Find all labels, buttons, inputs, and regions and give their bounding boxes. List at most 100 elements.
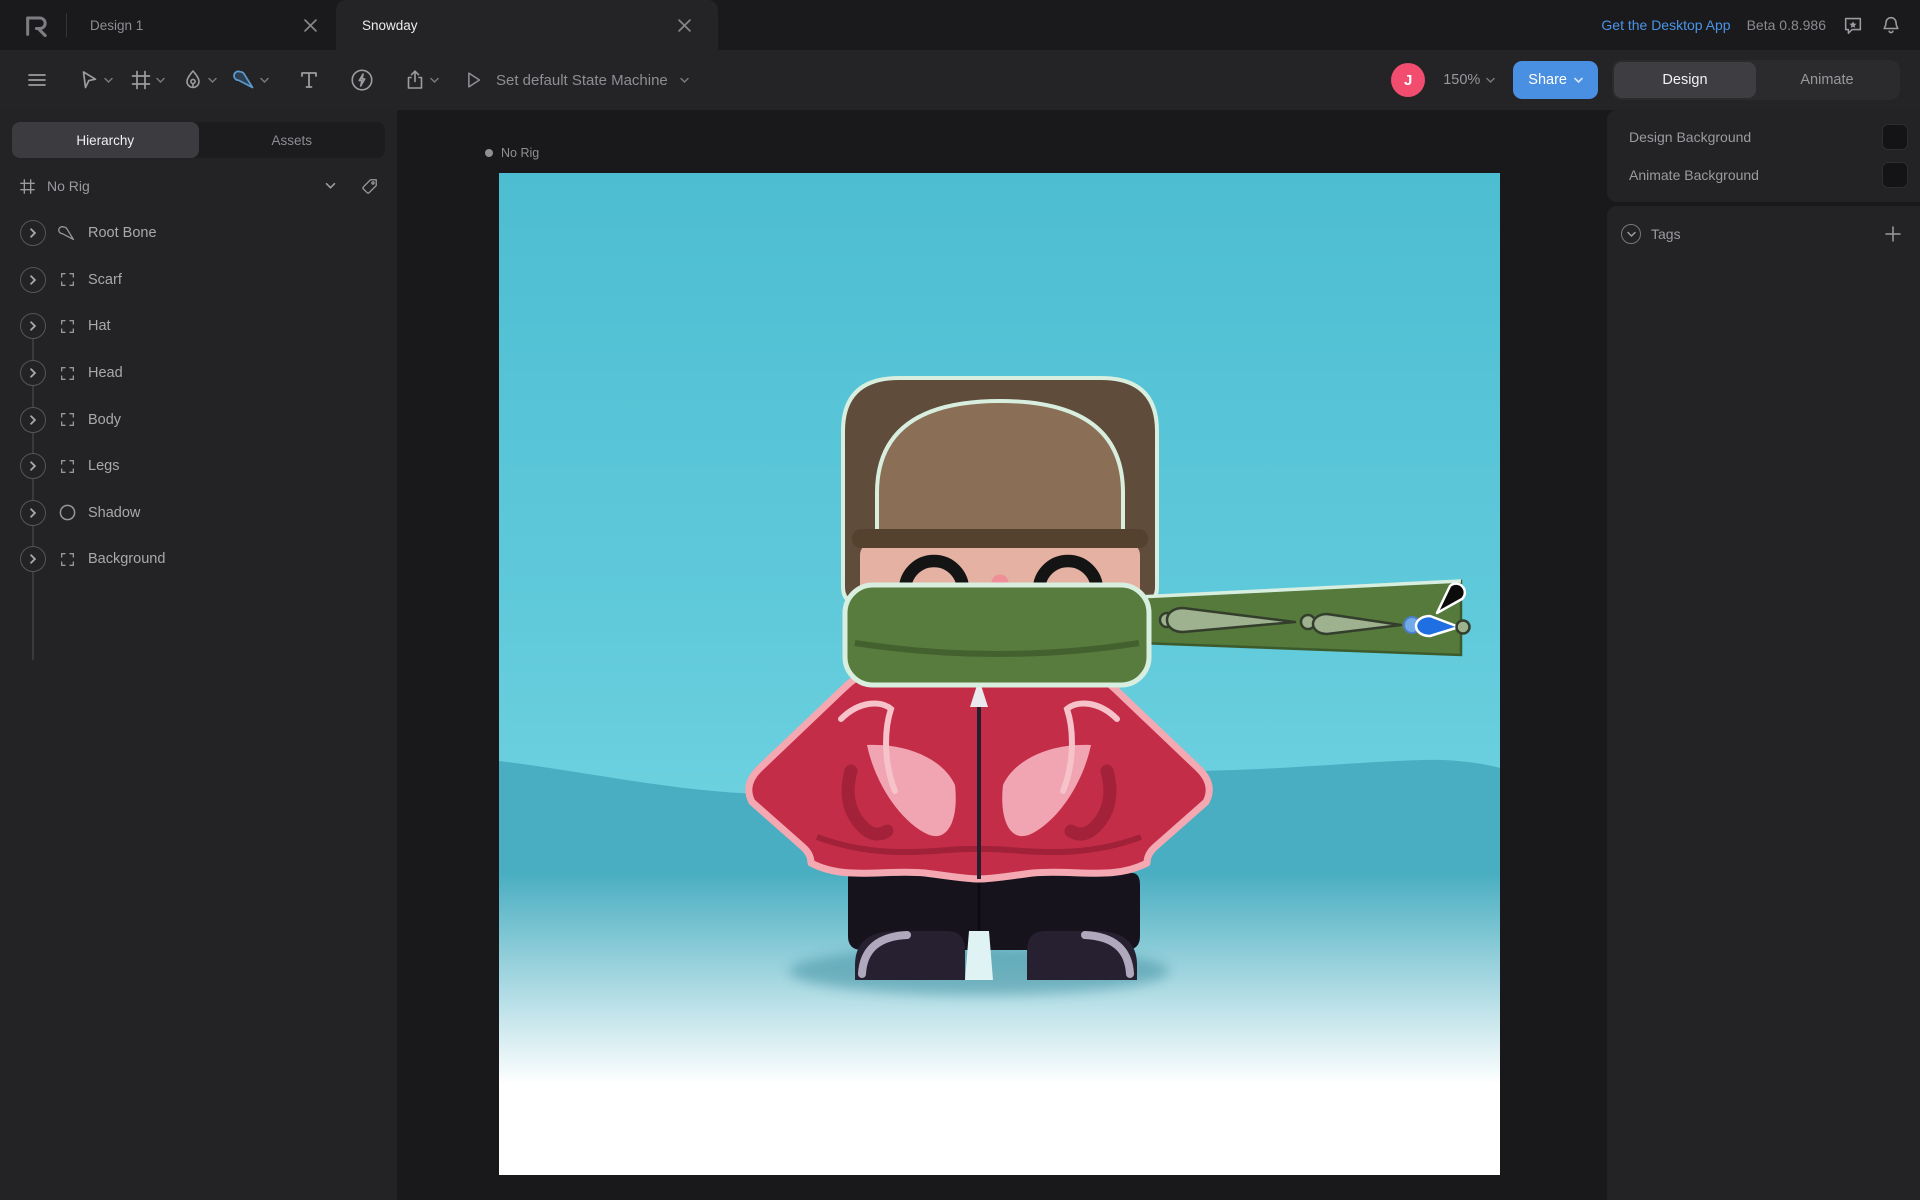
share-button[interactable]: Share [1513,61,1598,99]
legs-gap [965,931,993,980]
hat-brim [852,529,1148,548]
artboard-canvas-label[interactable]: No Rig [485,146,539,160]
tab-assets[interactable]: Assets [199,122,386,158]
tree-item-legs[interactable]: Legs [0,443,397,490]
select-tool-button[interactable] [70,60,120,100]
artboard-icon [18,177,37,196]
design-background-label: Design Background [1629,129,1882,145]
group-icon [57,549,77,569]
hierarchy-tree: Root Bone Scarf Hat Head Body Legs [0,210,397,583]
design-mode-tab[interactable]: Design [1614,62,1756,98]
zoom-level-dropdown[interactable]: 150% [1439,72,1499,88]
feedback-icon[interactable] [1842,14,1864,36]
close-icon[interactable] [674,15,694,35]
mode-switcher: Design Animate [1612,60,1900,100]
right-shoe [1027,931,1137,980]
tree-item-body[interactable]: Body [0,396,397,443]
tree-item-label: Head [88,365,123,381]
group-icon [57,316,77,336]
tag-icon[interactable] [360,177,379,196]
tree-item-head[interactable]: Head [0,350,397,397]
tags-label: Tags [1651,226,1872,242]
get-desktop-app-link[interactable]: Get the Desktop App [1601,17,1730,33]
left-panel: Hierarchy Assets No Rig Root Bone Scarf … [0,110,397,1200]
expand-icon[interactable] [20,546,46,572]
toolbar-right: J 150% Share Design Animate [1391,60,1920,100]
artboard-dot-icon [485,149,493,157]
artboard-list-item[interactable]: No Rig [0,168,397,204]
chevron-down-circle-icon[interactable] [1621,224,1641,244]
animate-background-label: Animate Background [1629,167,1882,183]
animate-background-swatch[interactable] [1882,162,1908,188]
snowday-illustration [499,173,1500,1175]
events-tool-button[interactable] [342,60,382,100]
state-machine-label: Set default State Machine [496,72,668,89]
tree-item-background[interactable]: Background [0,536,397,583]
text-tool-button[interactable] [290,60,328,100]
artboard-name: No Rig [47,178,315,194]
canvas-stage[interactable]: No Rig [397,110,1607,1200]
group-icon [57,363,77,383]
tree-item-scarf[interactable]: Scarf [0,257,397,304]
group-icon [57,410,77,430]
left-shoe [855,931,965,980]
expand-icon[interactable] [20,360,46,386]
artboard-tool-button[interactable] [122,60,172,100]
toolbar: Set default State Machine J 150% Share D… [0,50,1920,110]
expand-icon[interactable] [20,453,46,479]
expand-icon[interactable] [20,407,46,433]
bone-joint-end [1457,621,1470,634]
expand-icon[interactable] [20,313,46,339]
expand-icon[interactable] [20,220,46,246]
scarf [845,585,1149,685]
group-icon [57,456,77,476]
tool-group: Set default State Machine [0,60,689,100]
design-background-swatch[interactable] [1882,124,1908,150]
tree-item-label: Root Bone [88,225,157,241]
chevron-down-icon [1574,77,1583,84]
expand-icon[interactable] [20,267,46,293]
top-right-links: Get the Desktop App Beta 0.8.986 [1601,0,1902,50]
play-icon [462,69,484,91]
rive-logo-icon[interactable] [22,11,52,39]
tree-item-shadow[interactable]: Shadow [0,490,397,537]
tab-label: Design 1 [90,18,300,33]
tags-section-header: Tags [1607,212,1920,256]
set-default-state-machine[interactable]: Set default State Machine [462,69,689,91]
chevron-down-icon[interactable] [325,182,336,190]
expand-icon[interactable] [20,500,46,526]
animate-mode-tab[interactable]: Animate [1756,62,1898,98]
avatar[interactable]: J [1391,63,1425,97]
tab-label: Snowday [362,18,674,33]
chevron-down-icon [1486,77,1495,84]
share-label: Share [1528,72,1567,88]
tree-item-label: Background [88,551,165,567]
beta-version-label: Beta 0.8.986 [1747,17,1826,33]
notifications-bell-icon[interactable] [1880,14,1902,36]
tree-item-label: Legs [88,458,119,474]
add-tag-button[interactable] [1882,223,1904,245]
bone-tool-button[interactable] [226,60,276,100]
main-menu-button[interactable] [18,60,56,100]
tags-card: Tags [1607,206,1920,1200]
tree-item-root-bone[interactable]: Root Bone [0,210,397,257]
tab-design-1[interactable]: Design 1 [70,0,336,50]
right-panel: Design Background Animate Background Tag… [1607,110,1920,1200]
group-icon [57,270,77,290]
animate-background-row: Animate Background [1607,156,1920,194]
ellipse-icon [57,503,77,523]
design-background-row: Design Background [1607,118,1920,156]
artboard[interactable] [499,173,1500,1175]
tree-item-label: Scarf [88,272,122,288]
tab-bar: Design 1 Snowday Get the Desktop App Bet… [0,0,1920,50]
hat-dome [877,401,1123,539]
tree-item-hat[interactable]: Hat [0,303,397,350]
export-share-button[interactable] [396,60,446,100]
tab-hierarchy[interactable]: Hierarchy [12,122,199,158]
tree-item-label: Shadow [88,505,140,521]
pen-tool-button[interactable] [174,60,224,100]
background-settings-card: Design Background Animate Background [1607,110,1920,202]
divider [66,13,67,37]
close-icon[interactable] [300,15,320,35]
tab-snowday[interactable]: Snowday [336,0,718,50]
